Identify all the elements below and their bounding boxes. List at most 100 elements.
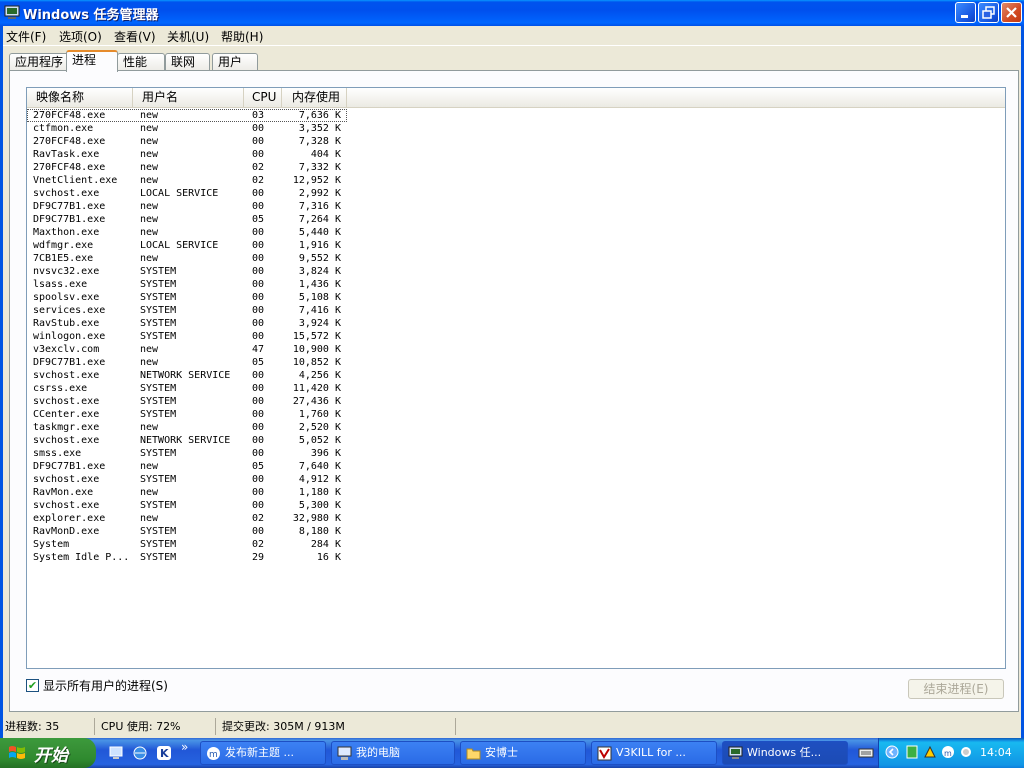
table-row[interactable]: DF9C77B1.exe new 05 10,852 K <box>27 356 1005 369</box>
table-row[interactable]: spoolsv.exe SYSTEM 00 5,108 K <box>27 291 1005 304</box>
v3kill-icon <box>597 746 612 761</box>
tab-processes[interactable]: 进程 <box>66 50 118 72</box>
table-row[interactable]: RavTask.exe new 00 404 K <box>27 148 1005 161</box>
process-memory-cell: 2,992 K <box>298 188 341 199</box>
tray-expand-icon[interactable] <box>885 745 899 759</box>
process-memory-cell: 7,636 K <box>298 110 341 121</box>
title-bar[interactable]: Windows 任务管理器 <box>0 0 1024 26</box>
minimize-icon <box>961 15 968 18</box>
process-user-cell: SYSTEM <box>140 396 177 407</box>
process-memory-cell: 4,912 K <box>298 474 341 485</box>
process-cpu-cell: 02 <box>252 539 265 550</box>
show-all-users-checkbox[interactable]: ✔ 显示所有用户的进程(S) <box>26 677 168 694</box>
tab-users[interactable]: 用户 <box>212 53 258 71</box>
column-cpu[interactable]: CPU <box>244 88 282 107</box>
taskbar-button-maxthon[interactable]: m 发布新主题 ... <box>200 741 326 765</box>
table-row[interactable]: RavMonD.exe SYSTEM 00 8,180 K <box>27 525 1005 538</box>
tray-maxthon-icon[interactable]: m <box>941 745 955 759</box>
column-image-name[interactable]: 映像名称 <box>27 88 133 107</box>
process-cpu-cell: 00 <box>252 331 265 342</box>
process-memory-cell: 5,440 K <box>298 227 341 238</box>
menu-shutdown[interactable]: 关机(U) <box>167 28 209 45</box>
taskbar-button-task-manager[interactable]: Windows 任... <box>722 741 848 765</box>
process-cpu-cell: 00 <box>252 149 265 160</box>
tray-antivirus-icon[interactable] <box>923 745 937 759</box>
process-name-cell: wdfmgr.exe <box>33 240 94 251</box>
end-process-button[interactable]: 结束进程(E) <box>908 679 1004 699</box>
taskbar-button-my-computer[interactable]: 我的电脑 <box>331 741 455 765</box>
process-cpu-cell: 02 <box>252 175 265 186</box>
process-user-cell: NETWORK SERVICE <box>140 435 231 446</box>
checkbox-check-icon[interactable]: ✔ <box>26 679 39 692</box>
menu-options[interactable]: 选项(O) <box>59 28 102 45</box>
column-memory-usage[interactable]: 内存使用 <box>282 88 347 107</box>
table-row[interactable]: svchost.exe LOCAL SERVICE 00 2,992 K <box>27 187 1005 200</box>
process-cpu-cell: 00 <box>252 292 265 303</box>
quicklaunch-overflow-icon[interactable]: » <box>181 740 188 754</box>
keyboard-icon[interactable] <box>858 745 874 761</box>
table-row[interactable]: 270FCF48.exe new 00 7,328 K <box>27 135 1005 148</box>
menu-help[interactable]: 帮助(H) <box>221 28 263 45</box>
table-row[interactable]: nvsvc32.exe SYSTEM 00 3,824 K <box>27 265 1005 278</box>
process-cpu-cell: 00 <box>252 383 265 394</box>
table-row[interactable]: taskmgr.exe new 00 2,520 K <box>27 421 1005 434</box>
table-row[interactable]: wdfmgr.exe LOCAL SERVICE 00 1,916 K <box>27 239 1005 252</box>
table-row[interactable]: csrss.exe SYSTEM 00 11,420 K <box>27 382 1005 395</box>
table-row[interactable]: svchost.exe SYSTEM 00 4,912 K <box>27 473 1005 486</box>
process-cpu-cell: 00 <box>252 240 265 251</box>
process-memory-cell: 12,952 K <box>292 175 341 186</box>
menu-file[interactable]: 文件(F) <box>6 28 46 45</box>
table-row[interactable]: services.exe SYSTEM 00 7,416 K <box>27 304 1005 317</box>
taskbar-button-folder[interactable]: 安博士 <box>460 741 586 765</box>
table-row[interactable]: 270FCF48.exe new 02 7,332 K <box>27 161 1005 174</box>
tab-performance[interactable]: 性能 <box>117 53 165 71</box>
table-row[interactable]: lsass.exe SYSTEM 00 1,436 K <box>27 278 1005 291</box>
taskbar-button-label: 发布新主题 ... <box>225 746 294 759</box>
table-row[interactable]: svchost.exe NETWORK SERVICE 00 5,052 K <box>27 434 1005 447</box>
table-row[interactable]: VnetClient.exe new 02 12,952 K <box>27 174 1005 187</box>
table-row[interactable]: ctfmon.exe new 00 3,352 K <box>27 122 1005 135</box>
table-row[interactable]: v3exclv.com new 47 10,900 K <box>27 343 1005 356</box>
table-row[interactable]: winlogon.exe SYSTEM 00 15,572 K <box>27 330 1005 343</box>
tab-applications[interactable]: 应用程序 <box>9 53 70 71</box>
process-user-cell: SYSTEM <box>140 474 177 485</box>
restore-button[interactable] <box>978 2 999 23</box>
table-row[interactable]: RavMon.exe new 00 1,180 K <box>27 486 1005 499</box>
table-row[interactable]: svchost.exe SYSTEM 00 5,300 K <box>27 499 1005 512</box>
column-user-name[interactable]: 用户名 <box>133 88 244 107</box>
table-row[interactable]: explorer.exe new 02 32,980 K <box>27 512 1005 525</box>
table-row[interactable]: Maxthon.exe new 00 5,440 K <box>27 226 1005 239</box>
table-row[interactable]: smss.exe SYSTEM 00 396 K <box>27 447 1005 460</box>
table-row[interactable]: RavStub.exe SYSTEM 00 3,924 K <box>27 317 1005 330</box>
close-button[interactable] <box>1001 2 1022 23</box>
quicklaunch-browser-icon[interactable] <box>132 745 148 761</box>
tray-settings-icon[interactable] <box>959 745 973 759</box>
tray-network-icon[interactable] <box>905 745 919 759</box>
tab-networking[interactable]: 联网 <box>165 53 210 71</box>
table-row[interactable]: DF9C77B1.exe new 00 7,316 K <box>27 200 1005 213</box>
table-row[interactable]: svchost.exe SYSTEM 00 27,436 K <box>27 395 1005 408</box>
table-row[interactable]: CCenter.exe SYSTEM 00 1,760 K <box>27 408 1005 421</box>
table-row[interactable]: System SYSTEM 02 284 K <box>27 538 1005 551</box>
process-user-cell: new <box>140 123 159 134</box>
menu-view[interactable]: 查看(V) <box>114 28 156 45</box>
process-list[interactable]: 映像名称 用户名 CPU 内存使用 270FCF48.exe new 03 7,636… <box>26 87 1006 669</box>
process-user-cell: new <box>140 253 159 264</box>
process-memory-cell: 3,924 K <box>298 318 341 329</box>
table-row[interactable]: 270FCF48.exe new 03 7,636 K <box>27 109 347 122</box>
task-manager-icon <box>4 5 20 19</box>
table-row[interactable]: DF9C77B1.exe new 05 7,640 K <box>27 460 1005 473</box>
taskbar-button-label: V3KILL for ... <box>616 746 686 759</box>
process-cpu-cell: 00 <box>252 448 265 459</box>
table-row[interactable]: DF9C77B1.exe new 05 7,264 K <box>27 213 1005 226</box>
table-row[interactable]: 7CB1E5.exe new 00 9,552 K <box>27 252 1005 265</box>
minimize-button[interactable] <box>955 2 976 23</box>
table-row[interactable]: svchost.exe NETWORK SERVICE 00 4,256 K <box>27 369 1005 382</box>
start-button[interactable]: 开始 <box>0 738 96 768</box>
window-client-area: 文件(F) 选项(O) 查看(V) 关机(U) 帮助(H) 应用程序 进程 性能… <box>0 26 1024 738</box>
process-cpu-cell: 00 <box>252 305 265 316</box>
quicklaunch-desktop-icon[interactable] <box>108 745 124 761</box>
taskbar-button-v3kill[interactable]: V3KILL for ... <box>591 741 717 765</box>
quicklaunch-kingsoft-icon[interactable]: K <box>156 745 172 761</box>
table-row[interactable]: System Idle P... SYSTEM 29 16 K <box>27 551 1005 564</box>
